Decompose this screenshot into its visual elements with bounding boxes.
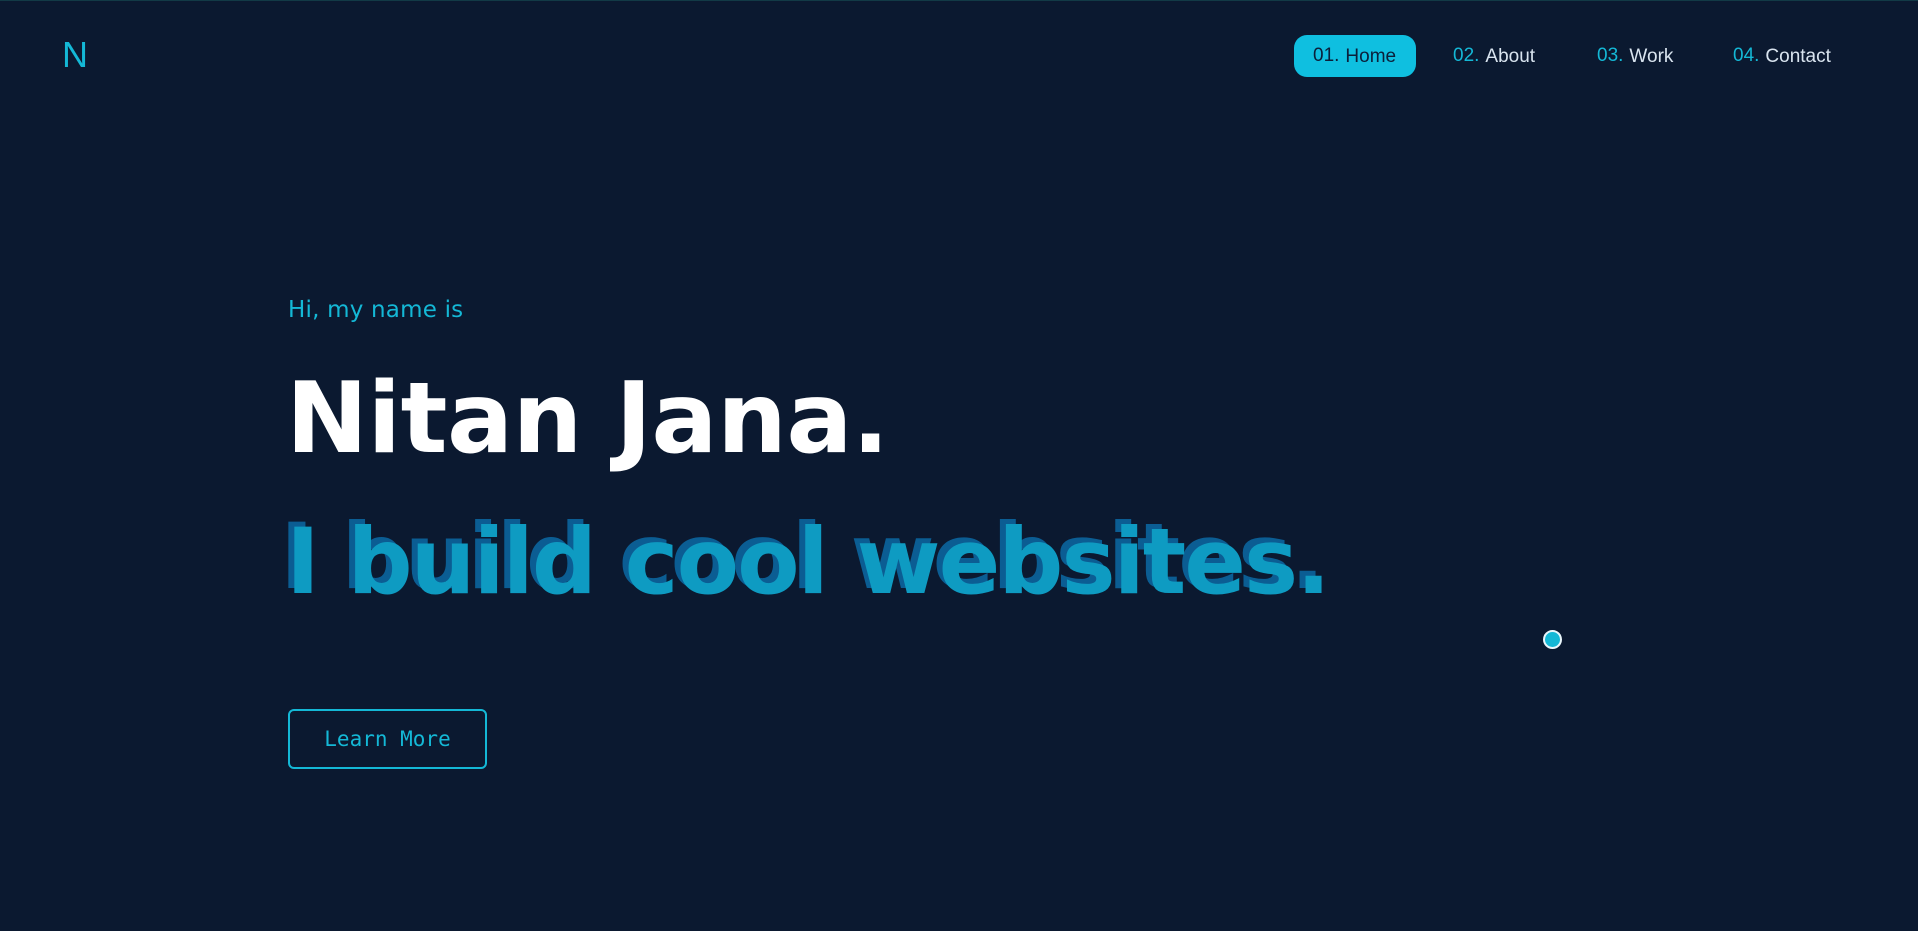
main-nav: 01. Home 02. About 03. Work 04. Contact <box>0 35 1918 77</box>
nav-item-work[interactable]: 03. Work <box>1597 35 1673 77</box>
nav-item-about[interactable]: 02. About <box>1453 35 1535 77</box>
nav-item-contact[interactable]: 04. Contact <box>1733 35 1831 77</box>
hero-name: Nitan Jana. <box>286 362 889 476</box>
hero-intro: Hi, my name is <box>288 297 464 323</box>
cursor-dot <box>1543 630 1562 649</box>
nav-item-number: 04. <box>1733 45 1760 66</box>
nav-item-number: 01. <box>1313 45 1340 66</box>
nav-item-label: Work <box>1629 46 1674 67</box>
nav-item-number: 02. <box>1453 45 1480 66</box>
nav-item-label: Home <box>1345 46 1397 67</box>
nav-item-home[interactable]: 01. Home <box>1294 35 1417 77</box>
nav-item-label: About <box>1485 46 1536 67</box>
nav-item-label: Contact <box>1765 46 1831 67</box>
nav-item-number: 03. <box>1597 45 1624 66</box>
learn-more-button[interactable]: Learn More <box>288 709 487 769</box>
hero-tagline: I build cool websites. <box>286 510 1331 615</box>
